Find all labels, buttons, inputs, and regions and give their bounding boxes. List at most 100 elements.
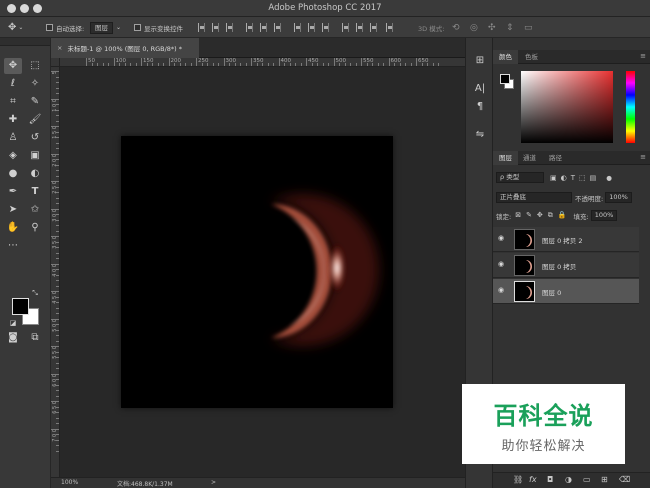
tab-channels[interactable]: 通道: [517, 151, 542, 165]
tab-paths[interactable]: 路径: [543, 151, 568, 165]
ruler-tick: [372, 63, 373, 66]
layer-filter-dropdown[interactable]: ρ 类型: [496, 172, 544, 183]
distribute-right-icon[interactable]: [370, 23, 377, 32]
rotate-3d-icon[interactable]: ⟲: [452, 21, 460, 34]
pen-tool-icon[interactable]: ✒: [4, 184, 22, 200]
vertical-ruler[interactable]: 51 0 01 5 02 0 02 5 03 0 03 5 04 0 04 5 …: [51, 67, 60, 477]
auto-select-option[interactable]: 自动选择:: [46, 21, 84, 34]
clone-stamp-tool-icon[interactable]: ♙: [4, 130, 22, 146]
new-layer-icon[interactable]: ⊞: [601, 475, 608, 484]
group-icon[interactable]: ▭: [583, 475, 591, 484]
hand-tool-icon[interactable]: ✋: [4, 220, 22, 236]
eyedropper-tool-icon[interactable]: ✎: [26, 94, 44, 110]
document-tab[interactable]: × 未标题-1 @ 100% (图层 0, RGB/8*) *: [51, 38, 199, 58]
layer-row[interactable]: ◉ 图层 0 拷贝: [493, 253, 639, 278]
link-icon[interactable]: ⛓: [513, 475, 523, 484]
crop-tool-icon[interactable]: ⌗: [4, 94, 22, 110]
roll-3d-icon[interactable]: ◎: [470, 21, 478, 34]
hue-slider[interactable]: [626, 71, 635, 143]
fx-icon[interactable]: fx: [529, 475, 537, 484]
zoom-tool-icon[interactable]: ⚲: [26, 220, 44, 236]
history-panel-icon[interactable]: ⊞: [473, 54, 487, 68]
document-canvas[interactable]: [121, 136, 393, 408]
screen-mode-icon[interactable]: ⧉: [26, 330, 44, 346]
zoom-level[interactable]: 100%: [61, 479, 78, 486]
align-vcenter-icon[interactable]: [212, 23, 219, 32]
horizontal-ruler[interactable]: 50 100 150 200 250 300 350 400 450 500 550 600 650: [60, 58, 465, 67]
quick-mask-icon[interactable]: ◙: [4, 330, 22, 346]
character-panel-icon[interactable]: A|: [473, 82, 487, 96]
layer-visibility-eye-icon[interactable]: ◉: [498, 234, 507, 243]
slide-3d-icon[interactable]: ⇕: [506, 21, 514, 34]
color-panel-menu-icon[interactable]: ≡: [640, 52, 646, 60]
align-bottom-icon[interactable]: [226, 23, 233, 32]
ruler-tick: [152, 63, 153, 66]
adjustment-icon[interactable]: ◑: [565, 475, 572, 484]
properties-panel-icon[interactable]: ⇋: [473, 128, 487, 142]
scale-3d-icon[interactable]: ▭: [524, 21, 533, 34]
eraser-tool-icon[interactable]: ◈: [4, 148, 22, 164]
more-tools-icon[interactable]: ⋯: [4, 238, 22, 254]
layer-visibility-eye-icon[interactable]: ◉: [498, 260, 507, 269]
color-picker-field[interactable]: [521, 71, 613, 143]
align-hcenter-icon[interactable]: [260, 23, 267, 32]
magic-wand-tool-icon[interactable]: ✧: [26, 76, 44, 92]
show-transform-checkbox[interactable]: [134, 24, 141, 31]
align-right-icon[interactable]: [274, 23, 281, 32]
healing-brush-tool-icon[interactable]: ✚: [4, 112, 22, 128]
tools-panel-header[interactable]: [0, 38, 50, 46]
lock-icons[interactable]: ⊠✎✥⧉🔒: [515, 211, 571, 220]
auto-align-icon[interactable]: [386, 23, 393, 32]
show-transform-option[interactable]: 显示变换控件: [134, 21, 183, 34]
layers-panel-footer: ⛓ fx ◘ ◑ ▭ ⊞ ⌫: [493, 472, 650, 488]
blur-tool-icon[interactable]: ●: [4, 166, 22, 182]
lasso-tool-icon[interactable]: ℓ: [4, 76, 22, 92]
move-tool-icon[interactable]: ✥ ⌄: [8, 21, 23, 34]
auto-select-dropdown[interactable]: 图层 ⌄: [90, 21, 121, 34]
distribute-left-icon[interactable]: [342, 23, 349, 32]
tab-color[interactable]: 颜色: [493, 50, 518, 64]
distribute-vcenter-icon[interactable]: [308, 23, 315, 32]
ruler-tick: [56, 214, 59, 215]
close-tab-icon[interactable]: ×: [57, 44, 62, 52]
layer-row[interactable]: ◉ 图层 0 拷贝 2: [493, 227, 639, 252]
tab-layers[interactable]: 图层: [493, 151, 518, 165]
layers-panel-menu-icon[interactable]: ≡: [640, 153, 646, 161]
move-tool-icon[interactable]: ✥: [4, 58, 22, 74]
brush-tool-icon[interactable]: 🖌: [26, 112, 44, 128]
filter-toggle-icon[interactable]: ●: [606, 174, 612, 182]
color-panel-foreground-swatch[interactable]: [500, 74, 510, 84]
trash-icon[interactable]: ⌫: [619, 475, 630, 484]
blend-mode-dropdown[interactable]: 正片叠底: [496, 192, 572, 203]
mask-icon[interactable]: ◘: [547, 475, 553, 484]
ruler-origin[interactable]: [51, 58, 60, 67]
fill-input[interactable]: 100%: [590, 210, 618, 221]
ruler-tick: [56, 417, 59, 419]
dodge-tool-icon[interactable]: ◐: [26, 166, 44, 182]
swap-colors-icon[interactable]: ⤡: [30, 288, 40, 298]
shape-tool-icon[interactable]: ✩: [26, 202, 44, 218]
path-selection-tool-icon[interactable]: ➤: [4, 202, 22, 218]
marquee-tool-icon[interactable]: ⬚: [26, 58, 44, 74]
opacity-input[interactable]: 100%: [605, 192, 632, 203]
distribute-top-icon[interactable]: [294, 23, 301, 32]
history-brush-tool-icon[interactable]: ↺: [26, 130, 44, 146]
ruler-tick: [51, 428, 59, 430]
distribute-hcenter-icon[interactable]: [356, 23, 363, 32]
default-colors-icon[interactable]: ◪: [8, 318, 18, 328]
gradient-tool-icon[interactable]: ▣: [26, 148, 44, 164]
align-top-icon[interactable]: [198, 23, 205, 32]
layer-row-selected[interactable]: ◉ 图层 0: [493, 279, 639, 304]
type-tool-icon[interactable]: T: [26, 184, 44, 200]
layer-filter-icons[interactable]: ▣◐T⬚▤: [550, 174, 600, 182]
paragraph-panel-icon[interactable]: ¶: [473, 100, 487, 114]
status-menu-arrow[interactable]: >: [211, 479, 216, 486]
tab-swatches[interactable]: 色板: [519, 50, 544, 64]
distribute-bottom-icon[interactable]: [322, 23, 329, 32]
document-workspace[interactable]: [60, 67, 465, 477]
auto-select-checkbox[interactable]: [46, 24, 53, 31]
drag-3d-icon[interactable]: ✣: [488, 21, 496, 34]
layer-visibility-eye-icon[interactable]: ◉: [498, 286, 507, 295]
foreground-color-swatch[interactable]: [12, 298, 29, 315]
align-left-icon[interactable]: [246, 23, 253, 32]
